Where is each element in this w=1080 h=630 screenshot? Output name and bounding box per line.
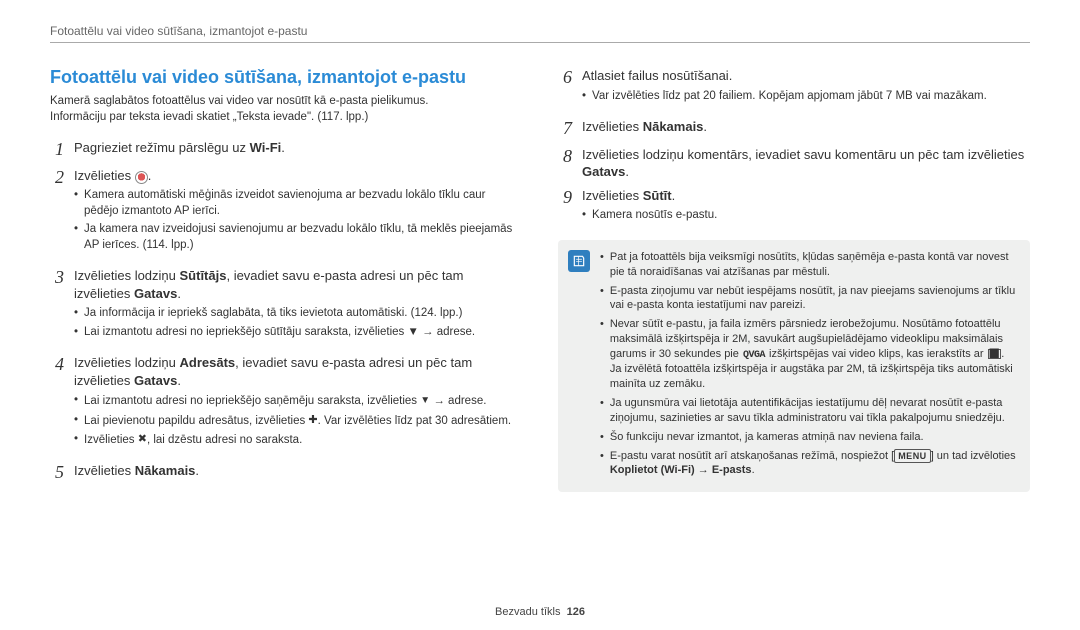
note-text: Šo funkciju nevar izmantot, ja kameras a…	[610, 430, 924, 445]
left-column: Fotoattēlu vai video sūtīšana, izmantojo…	[50, 67, 522, 492]
bullet-text: Lai pievienotu papildu adresātus, izvēli…	[84, 413, 511, 429]
step3-bullets: Ja informācija ir iepriekš saglabāta, tā…	[74, 306, 522, 340]
menu-icon: MENU	[894, 449, 931, 463]
step-number: 4	[50, 354, 64, 456]
bullet-text: Var izvēlēties līdz pat 20 failiem. Kopē…	[592, 89, 987, 105]
step-body: Pagrieziet režīmu pārslēgu uz Wi-Fi.	[74, 139, 522, 161]
step3-bold-sender: Sūtītājs	[180, 268, 227, 283]
step-body: Izvēlieties lodziņu Sūtītājs, ievadiet s…	[74, 267, 522, 348]
step1-text: Pagrieziet režīmu pārslēgu uz	[74, 140, 250, 155]
step-7: 7 Izvēlieties Nākamais.	[558, 118, 1030, 140]
step2-text: Izvēlieties	[74, 168, 135, 183]
step4-text-a: Izvēlieties lodziņu	[74, 355, 180, 370]
step4-bold-done: Gatavs	[134, 373, 177, 388]
step-1: 1 Pagrieziet režīmu pārslēgu uz Wi-Fi.	[50, 139, 522, 161]
step-number: 5	[50, 462, 64, 484]
bullet-text: Ja informācija ir iepriekš saglabāta, tā…	[84, 306, 462, 322]
step9-bold-send: Sūtīt	[643, 188, 672, 203]
step-number: 3	[50, 267, 64, 348]
header-text: Fotoattēlu vai video sūtīšana, izmantojo…	[50, 24, 307, 38]
intro-line-1: Kamerā saglabātos fotoattēlus vai video …	[50, 95, 428, 107]
step6-bullets: Var izvēlēties līdz pat 20 failiem. Kopē…	[582, 89, 1030, 105]
note-text: Pat ja fotoattēls bija veiksmīgi nosūtīt…	[610, 250, 1018, 280]
bullet-text: Lai izmantotu adresi no iepriekšējo sūtī…	[84, 325, 475, 341]
down-arrow-icon	[420, 393, 430, 409]
step-body: Atlasiet failus nosūtīšanai. Var izvēlēt…	[582, 67, 1030, 112]
step8-bold-done: Gatavs	[582, 164, 625, 179]
intro-line-2: Informāciju par teksta ievadi skatiet „T…	[50, 111, 368, 123]
step3-text-a: Izvēlieties lodziņu	[74, 268, 180, 283]
step-2: 2 Izvēlieties . Kamera automātiski mēģin…	[50, 167, 522, 262]
step7-bold-next: Nākamais	[643, 119, 704, 134]
step-number: 1	[50, 139, 64, 161]
step-body: Izvēlieties Nākamais.	[74, 462, 522, 484]
wifi-label: Wi-Fi	[250, 140, 282, 155]
note-text: Nevar sūtīt e-pastu, ja faila izmērs pār…	[610, 317, 1018, 392]
step-body: Izvēlieties Nākamais.	[582, 118, 1030, 140]
step-8: 8 Izvēlieties lodziņu komentārs, ievadie…	[558, 146, 1030, 181]
step-body: Izvēlieties . Kamera automātiski mēģinās…	[74, 167, 522, 262]
section-title: Fotoattēlu vai video sūtīšana, izmantojo…	[50, 67, 522, 88]
step8-text-a: Izvēlieties lodziņu komentārs, ievadiet …	[582, 147, 1024, 162]
step-body: Izvēlieties lodziņu komentārs, ievadiet …	[582, 146, 1030, 181]
step-4: 4 Izvēlieties lodziņu Adresāts, ievadiet…	[50, 354, 522, 456]
step5-bold-next: Nākamais	[135, 463, 196, 478]
step-number: 7	[558, 118, 572, 140]
step-number: 8	[558, 146, 572, 181]
bullet-text: Lai izmantotu adresi no iepriekšējo saņē…	[84, 393, 486, 409]
note-list: Pat ja fotoattēls bija veiksmīgi nosūtīt…	[600, 250, 1018, 482]
bullet-text: Ja kamera nav izveidojusi savienojumu ar…	[84, 222, 522, 253]
cross-icon	[138, 432, 147, 448]
step9-text-a: Izvēlieties	[582, 188, 643, 203]
page-number: 126	[567, 606, 585, 618]
step-6: 6 Atlasiet failus nosūtīšanai. Var izvēl…	[558, 67, 1030, 112]
page-header: Fotoattēlu vai video sūtīšana, izmantojo…	[50, 24, 1030, 43]
step2-bullets: Kamera automātiski mēģinās izveidot savi…	[74, 188, 522, 253]
step6-text: Atlasiet failus nosūtīšanai.	[582, 68, 732, 83]
step-5: 5 Izvēlieties Nākamais.	[50, 462, 522, 484]
step-3: 3 Izvēlieties lodziņu Sūtītājs, ievadiet…	[50, 267, 522, 348]
footer-section: Bezvadu tīkls	[495, 606, 560, 618]
step-number: 9	[558, 187, 572, 232]
page-footer: Bezvadu tīkls 126	[0, 606, 1080, 618]
note-icon	[568, 250, 590, 272]
step-number: 6	[558, 67, 572, 112]
step-number: 2	[50, 167, 64, 262]
right-column: 6 Atlasiet failus nosūtīšanai. Var izvēl…	[558, 67, 1030, 492]
step-body: Izvēlieties Sūtīt. Kamera nosūtīs e-past…	[582, 187, 1030, 232]
plus-icon	[308, 413, 317, 429]
bullet-text: Kamera automātiski mēģinās izveidot savi…	[84, 188, 522, 219]
note-text: E-pastu varat nosūtīt arī atskaņošanas r…	[610, 449, 1018, 479]
step3-bold-done: Gatavs	[134, 286, 177, 301]
step9-bullets: Kamera nosūtīs e-pastu.	[582, 208, 1030, 224]
step4-bold-recipient: Adresāts	[180, 355, 236, 370]
step7-text-a: Izvēlieties	[582, 119, 643, 134]
step-9: 9 Izvēlieties Sūtīt. Kamera nosūtīs e-pa…	[558, 187, 1030, 232]
intro-text: Kamerā saglabātos fotoattēlus vai video …	[50, 94, 522, 125]
bullet-text: Izvēlieties , lai dzēstu adresi no sarak…	[84, 432, 302, 448]
note-box: Pat ja fotoattēls bija veiksmīgi nosūtīt…	[558, 240, 1030, 492]
step4-bullets: Lai izmantotu adresi no iepriekšējo saņē…	[74, 393, 522, 448]
step5-text-a: Izvēlieties	[74, 463, 135, 478]
video-ratio-icon: █▉	[988, 349, 1002, 359]
qvga-label: QVGA	[742, 350, 766, 361]
bullet-text: Kamera nosūtīs e-pastu.	[592, 208, 717, 224]
note-text: E-pasta ziņojumu var nebūt iespējams nos…	[610, 284, 1018, 314]
note-text: Ja ugunsmūra vai lietotāja autentifikāci…	[610, 396, 1018, 426]
step-body: Izvēlieties lodziņu Adresāts, ievadiet s…	[74, 354, 522, 456]
email-app-icon	[135, 171, 148, 184]
